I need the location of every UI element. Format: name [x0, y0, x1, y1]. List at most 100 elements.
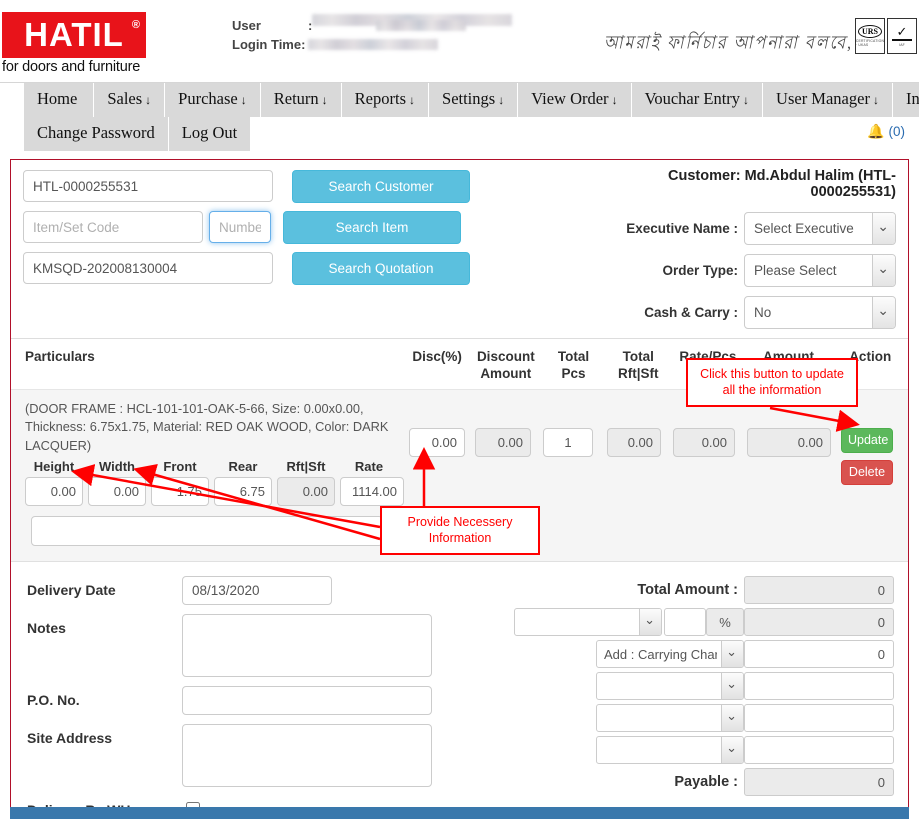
update-button[interactable]: Update — [841, 427, 893, 453]
dim-input-width[interactable] — [88, 477, 146, 507]
delivery-date-row: Delivery Date — [27, 576, 514, 606]
user-label: User — [232, 17, 261, 33]
chevron-down-icon: ↓ — [409, 93, 416, 107]
charge-row-3 — [514, 703, 894, 733]
iaf-bar — [892, 39, 912, 41]
delete-button[interactable]: Delete — [841, 459, 893, 485]
registered-mark-icon: ® — [131, 19, 141, 31]
nav-item-user-manager[interactable]: User Manager ↓ — [763, 83, 893, 117]
nav-item-log-out[interactable]: Log Out — [168, 116, 252, 151]
nav-item-home[interactable]: Home — [24, 83, 95, 117]
order-type-select[interactable]: Please Select — [744, 253, 896, 287]
payable-label: Payable : — [674, 774, 738, 791]
dim-input-rear[interactable] — [214, 477, 272, 507]
nav-label: Inventory — [905, 89, 919, 108]
charge-amount-input-3[interactable] — [744, 704, 894, 733]
logo-box: HATIL ® — [2, 12, 146, 58]
charge-amount-input-2[interactable] — [744, 672, 894, 701]
user-info-block: User : Login Time: — [232, 16, 466, 54]
nav-label: View Order — [531, 89, 609, 108]
executive-name-row: Executive Name : Select Executive — [597, 211, 896, 245]
search-quotation-button[interactable]: Search Quotation — [292, 251, 470, 285]
urs-certificate-icon: URS CERTIFICATION · UKAS — [855, 18, 885, 54]
po-no-label: P.O. No. — [27, 692, 80, 709]
discount-type-select[interactable] — [514, 608, 662, 637]
item-total-pcs-input[interactable] — [543, 427, 593, 457]
item-description: (DOOR FRAME : HCL-101-101-OAK-5-66, Size… — [25, 400, 389, 453]
charge-type-select-2[interactable] — [596, 672, 744, 701]
chevron-down-icon: ↓ — [743, 93, 750, 107]
charge-type-select-3[interactable] — [596, 704, 744, 733]
brand-logo[interactable]: HATIL ® for doors and furniture — [2, 12, 146, 75]
cash-carry-row: Cash & Carry : No — [597, 295, 896, 329]
po-no-input[interactable] — [182, 686, 432, 716]
executive-name-select[interactable]: Select Executive — [744, 211, 896, 245]
po-no-row: P.O. No. — [27, 686, 514, 716]
charge-select-wrap-3 — [596, 703, 744, 733]
chevron-down-icon: ↓ — [498, 93, 505, 107]
nav-item-settings[interactable]: Settings ↓ — [429, 83, 519, 117]
nav-item-view-order[interactable]: View Order ↓ — [518, 83, 632, 117]
nav-item-inventory[interactable]: Inventory↓ — [892, 83, 919, 117]
column-header-particulars: Particulars — [25, 348, 95, 364]
customer-code-input[interactable] — [23, 170, 273, 203]
percent-symbol-box: % — [706, 608, 744, 637]
chevron-down-icon: ↓ — [321, 93, 328, 107]
nav-item-sales[interactable]: Sales ↓ — [94, 83, 166, 117]
order-details-column: Delivery Date Notes P.O. No. Site Addres… — [11, 576, 514, 819]
item-note-textarea[interactable] — [31, 516, 383, 547]
nav-item-vouchar-entry[interactable]: Vouchar Entry ↓ — [631, 83, 764, 117]
dim-input-height[interactable] — [25, 477, 83, 507]
notification-area[interactable]: 🔔 (0) — [867, 123, 905, 140]
discount-percent-input[interactable] — [664, 608, 706, 637]
dim-cell-rftsft: Rft|Sft — [277, 459, 335, 507]
notes-textarea[interactable] — [182, 614, 432, 678]
item-number-input[interactable] — [209, 211, 271, 244]
nav-label: Vouchar Entry — [644, 89, 741, 108]
charge-type-select-1[interactable]: Add : Carrying Charge — [596, 640, 744, 669]
notification-count: (0) — [888, 123, 906, 139]
discount-percent-row: % — [514, 607, 894, 637]
nav-item-return[interactable]: Return ↓ — [260, 83, 342, 117]
charge-amount-input-1[interactable] — [744, 640, 894, 669]
nav-item-reports[interactable]: Reports ↓ — [341, 83, 430, 117]
charge-select-wrap-2 — [596, 671, 744, 701]
chevron-down-icon: ↓ — [872, 93, 879, 107]
quotation-code-input[interactable] — [23, 252, 273, 285]
dim-input-rate[interactable] — [340, 477, 404, 507]
dim-label-rate: Rate — [354, 459, 384, 475]
main-navigation: Home Sales ↓ Purchase ↓ Return ↓ Reports ↓ S… — [0, 82, 919, 151]
item-rate-pcs-value — [673, 427, 735, 457]
customer-title: Customer: Md.Abdul Halim (HTL-0000255531… — [668, 167, 896, 200]
item-disc-input[interactable] — [409, 427, 465, 457]
discount-amount-value — [744, 608, 894, 637]
payable-value — [744, 768, 894, 797]
charge-amount-input-4[interactable] — [744, 736, 894, 765]
charge-type-select-4[interactable] — [596, 736, 744, 765]
nav-label: Log Out — [181, 122, 238, 142]
nav-item-change-password[interactable]: Change Password — [24, 116, 169, 151]
executive-name-label: Executive Name : — [626, 220, 738, 236]
redacted-user-value — [376, 19, 466, 31]
login-time-row: Login Time: — [232, 35, 466, 53]
notes-row: Notes — [27, 614, 514, 678]
delivery-date-input[interactable] — [182, 576, 332, 606]
cash-carry-select[interactable]: No — [744, 295, 896, 329]
search-customer-button[interactable]: Search Customer — [292, 169, 470, 203]
item-numeric-cells: Update Delete — [409, 427, 893, 485]
bangla-slogan: আমরাই ফার্নিচার আপনারা বলবে, — [603, 33, 853, 54]
chevron-down-icon: ↓ — [611, 93, 618, 107]
chevron-down-icon: ↓ — [145, 93, 152, 107]
executive-select-wrap: Select Executive — [744, 211, 896, 245]
item-code-input[interactable] — [23, 211, 203, 244]
panel-bottom: Delivery Date Notes P.O. No. Site Addres… — [11, 562, 908, 819]
logo-text: HATIL — [24, 16, 124, 53]
nav-item-purchase[interactable]: Purchase ↓ — [165, 83, 261, 117]
total-amount-label: Total Amount : — [637, 582, 738, 599]
search-item-button[interactable]: Search Item — [283, 210, 461, 244]
column-header-total-rft: Total Rft|Sft — [605, 349, 671, 383]
order-type-select-wrap: Please Select — [744, 253, 896, 287]
dim-input-front[interactable] — [151, 477, 209, 507]
site-address-textarea[interactable] — [182, 724, 432, 788]
order-type-row: Order Type: Please Select — [597, 253, 896, 287]
